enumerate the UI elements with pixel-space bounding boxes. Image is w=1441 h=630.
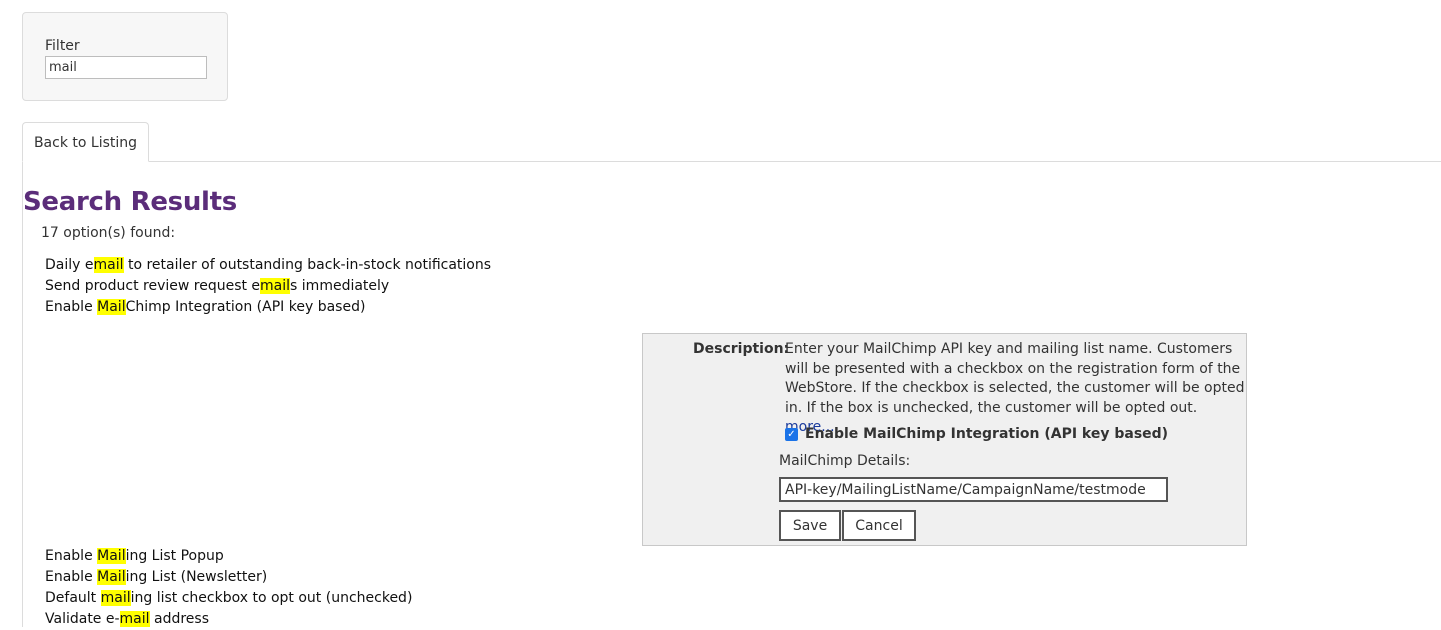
result-item-daily-email[interactable]: Daily email to retailer of outstanding b… [45,255,491,276]
save-button[interactable]: Save [779,510,841,541]
result-text-pre: Enable [45,299,98,315]
result-text-post: s immediately [290,278,390,294]
result-text-pre: Daily e [45,257,94,273]
result-item-default-mailing[interactable]: Default mailing list checkbox to opt out… [45,588,412,609]
result-text-post: ing list checkbox to opt out (unchecked) [130,590,413,606]
result-item-mailing-newsletter[interactable]: Enable Mailing List (Newsletter) [45,567,412,588]
filter-panel: Filter [22,12,228,101]
result-item-review-emails[interactable]: Send product review request emails immed… [45,276,491,297]
tabs-divider [22,161,1441,162]
result-highlight: mail [100,590,131,606]
result-text-post: to retailer of outstanding back-in-stock… [123,257,492,273]
enable-checkbox[interactable]: ✓ [785,427,798,441]
content-border [22,162,23,627]
result-text-post: ing List (Newsletter) [125,569,268,585]
result-highlight: mail [93,257,124,273]
result-highlight: Mail [97,299,126,315]
filter-input[interactable] [45,56,207,79]
result-text-pre: Enable [45,569,98,585]
enable-row: ✓ Enable MailChimp Integration (API key … [785,426,1168,442]
description-body: Enter your MailChimp API key and mailing… [785,341,1245,416]
description-text: Enter your MailChimp API key and mailing… [785,340,1247,438]
details-input[interactable] [779,477,1168,502]
result-list-bottom: Enable Mailing List Popup Enable Mailing… [45,546,412,630]
result-highlight: Mail [97,569,126,585]
result-text-pre: Send product review request e [45,278,261,294]
result-text-post: Chimp Integration (API key based) [125,299,366,315]
result-text-post: ing List Popup [125,548,224,564]
option-detail-panel: Description: Enter your MailChimp API ke… [642,333,1247,546]
result-item-mailing-popup[interactable]: Enable Mailing List Popup [45,546,412,567]
result-text-pre: Validate e- [45,611,120,627]
result-item-mailchimp[interactable]: Enable MailChimp Integration (API key ba… [45,297,491,318]
result-highlight: mail [260,278,291,294]
result-text-pre: Enable [45,548,98,564]
cancel-button[interactable]: Cancel [842,510,916,541]
result-list-top: Daily email to retailer of outstanding b… [45,255,491,318]
filter-label: Filter [45,38,80,54]
result-count: 17 option(s) found: [41,225,176,241]
result-highlight: Mail [97,548,126,564]
description-label: Description: [693,341,790,357]
result-highlight: mail [119,611,150,627]
page-title: Search Results [23,187,237,217]
enable-label: Enable MailChimp Integration (API key ba… [805,426,1169,442]
details-label: MailChimp Details: [779,453,911,469]
result-text-pre: Default [45,590,101,606]
result-text-post: address [149,611,209,627]
tab-back-to-listing[interactable]: Back to Listing [22,122,149,162]
